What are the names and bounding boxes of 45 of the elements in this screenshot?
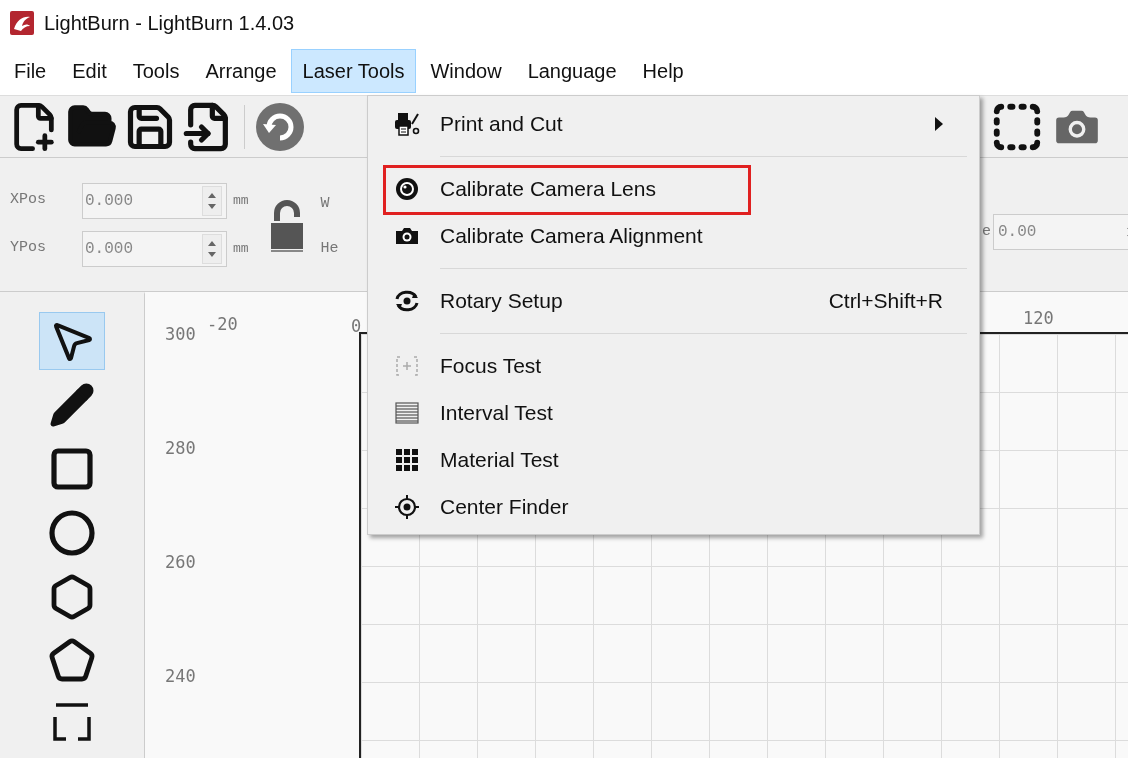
- tool-button[interactable]: [39, 312, 105, 370]
- ruler-label: 120: [1023, 307, 1054, 330]
- ruler-label: 280: [165, 437, 196, 460]
- menu-item[interactable]: File: [2, 48, 59, 93]
- field-label: YPos: [10, 238, 47, 259]
- shortcut-label: Ctrl+Shift+R: [828, 287, 943, 314]
- menu-entry[interactable]: Focus Test: [368, 342, 979, 389]
- menu-entry[interactable]: Print and Cut: [368, 100, 979, 147]
- square-icon: [48, 445, 96, 493]
- spinner-icon[interactable]: [202, 185, 222, 216]
- field-label: XPos: [10, 190, 47, 211]
- field-label: W: [320, 194, 331, 214]
- menu-item[interactable]: Tools: [120, 48, 192, 93]
- menu-entry[interactable]: Calibrate Camera Alignment: [368, 212, 979, 259]
- ruler-label: 240: [165, 665, 196, 688]
- menu-item[interactable]: Laser Tools: [290, 48, 417, 93]
- ruler-label: 260: [165, 551, 196, 574]
- grid-icon: [394, 446, 420, 473]
- menu-entry[interactable]: Interval Test: [368, 389, 979, 436]
- menu-entry[interactable]: Material Test: [368, 436, 979, 483]
- menu-item[interactable]: Help: [630, 48, 696, 93]
- app-logo-icon: [10, 11, 34, 35]
- field-label: e: [982, 221, 991, 242]
- menu-entry[interactable]: Center Finder: [368, 483, 979, 530]
- printer-scissors-icon: [394, 110, 420, 137]
- menu-item[interactable]: Edit: [60, 48, 119, 93]
- unit-label: mm: [233, 239, 249, 258]
- menu-item[interactable]: Arrange: [193, 48, 289, 93]
- circle-icon: [48, 509, 96, 557]
- ruler-label: 0: [351, 315, 362, 338]
- pencil-icon: [48, 381, 96, 429]
- undo-icon[interactable]: [255, 101, 305, 152]
- menu-item[interactable]: Window: [418, 48, 514, 93]
- menu-entry[interactable]: Rotary Setup Ctrl+Shift+R: [368, 277, 979, 324]
- unit-label: mm: [233, 191, 249, 210]
- menu-entry[interactable]: Calibrate Camera Lens: [368, 165, 979, 212]
- spinner-icon[interactable]: [202, 233, 222, 264]
- field-label: He: [320, 238, 339, 259]
- lines-icon: [394, 399, 420, 426]
- window-title: LightBurn - LightBurn 1.4.03: [44, 11, 295, 36]
- lens-icon: [394, 175, 420, 202]
- crosshair-icon: [394, 493, 420, 520]
- menu-item[interactable]: Language: [515, 48, 629, 93]
- ruler-label: 300: [165, 323, 196, 346]
- ruler-label: -20: [207, 313, 238, 336]
